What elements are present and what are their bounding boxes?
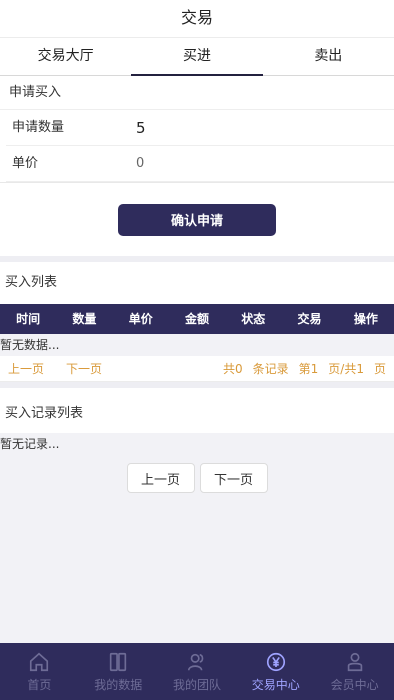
total-count: 共0 xyxy=(223,362,243,376)
column-header-amount: 金额 xyxy=(184,312,209,326)
buy-list-pager: 上一页 下一页 共0 条记录 第1 页/共1 页 xyxy=(0,356,394,382)
tab-sell[interactable]: 卖出 xyxy=(263,38,394,75)
record-prev-button[interactable]: 上一页 xyxy=(126,463,195,493)
nav-item-trade-center[interactable]: 交易中心 xyxy=(236,643,315,700)
nav-item-home[interactable]: 首页 xyxy=(0,643,79,700)
record-pager: 上一页 下一页 xyxy=(0,463,394,493)
home-icon xyxy=(30,652,49,671)
tab-buy[interactable]: 买进 xyxy=(131,38,263,76)
apply-buy-form: 申请买入 申请数量 单价 确认申请 xyxy=(0,76,394,256)
buy-list-section: 买入列表 时间 数量 单价 金额 状态 交易 操作 暂无数据... 上一页 下一… xyxy=(0,262,394,382)
current-page: 第1 xyxy=(298,362,319,376)
column-header-action: 操作 xyxy=(353,312,378,326)
record-next-button[interactable]: 下一页 xyxy=(199,463,268,493)
buy-list-empty-text: 暂无数据... xyxy=(0,334,394,356)
prev-page-link[interactable]: 上一页 xyxy=(8,360,44,377)
team-icon xyxy=(187,653,204,670)
confirm-apply-button[interactable]: 确认申请 xyxy=(118,203,276,236)
quantity-row: 申请数量 xyxy=(6,110,394,146)
book-icon xyxy=(110,652,127,671)
nav-label: 首页 xyxy=(27,677,52,692)
nav-item-my-team[interactable]: 我的团队 xyxy=(158,643,237,700)
nav-item-member-center[interactable]: 会员中心 xyxy=(315,643,394,700)
record-empty-text: 暂无记录... xyxy=(0,437,60,451)
nav-label: 交易中心 xyxy=(251,677,300,692)
price-input[interactable] xyxy=(136,146,394,181)
buy-record-section: 买入记录列表 暂无记录... 上一页 下一页 xyxy=(0,395,394,645)
table-header: 时间 数量 单价 金额 状态 交易 操作 xyxy=(0,304,394,334)
nav-item-my-data[interactable]: 我的数据 xyxy=(79,643,158,700)
tab-trading-hall[interactable]: 交易大厅 xyxy=(0,38,131,75)
price-label: 单价 xyxy=(12,156,39,171)
records-label: 条记录 xyxy=(252,362,289,376)
column-header-trade: 交易 xyxy=(297,312,322,326)
column-header-time: 时间 xyxy=(16,312,41,326)
quantity-input[interactable] xyxy=(136,110,394,145)
buy-list-title: 买入列表 xyxy=(0,262,394,304)
page-header: 交易 xyxy=(0,0,394,38)
page-unit: 页 xyxy=(373,362,386,376)
nav-label: 会员中心 xyxy=(330,677,379,692)
record-list-title: 买入记录列表 xyxy=(0,395,394,433)
user-icon xyxy=(347,652,362,671)
section-divider xyxy=(0,382,394,388)
apply-section-title: 申请买入 xyxy=(0,76,394,110)
nav-label: 我的团队 xyxy=(172,677,221,692)
page-title: 交易 xyxy=(180,8,213,27)
confirm-button-wrap: 确认申请 xyxy=(0,182,394,256)
column-header-status: 状态 xyxy=(241,312,266,326)
nav-label: 我的数据 xyxy=(94,677,143,692)
quantity-label: 申请数量 xyxy=(12,120,65,135)
tab-bar: 交易大厅 买进 卖出 xyxy=(0,38,394,76)
total-pages: 页/共1 xyxy=(328,362,364,376)
next-page-link[interactable]: 下一页 xyxy=(66,360,102,377)
yen-icon xyxy=(266,652,285,671)
bottom-nav: 首页 我的数据 我的团队 交易中心 会员中心 xyxy=(0,643,394,700)
column-header-price: 单价 xyxy=(128,312,153,326)
price-row: 单价 xyxy=(6,146,394,182)
column-header-quantity: 数量 xyxy=(72,312,97,326)
